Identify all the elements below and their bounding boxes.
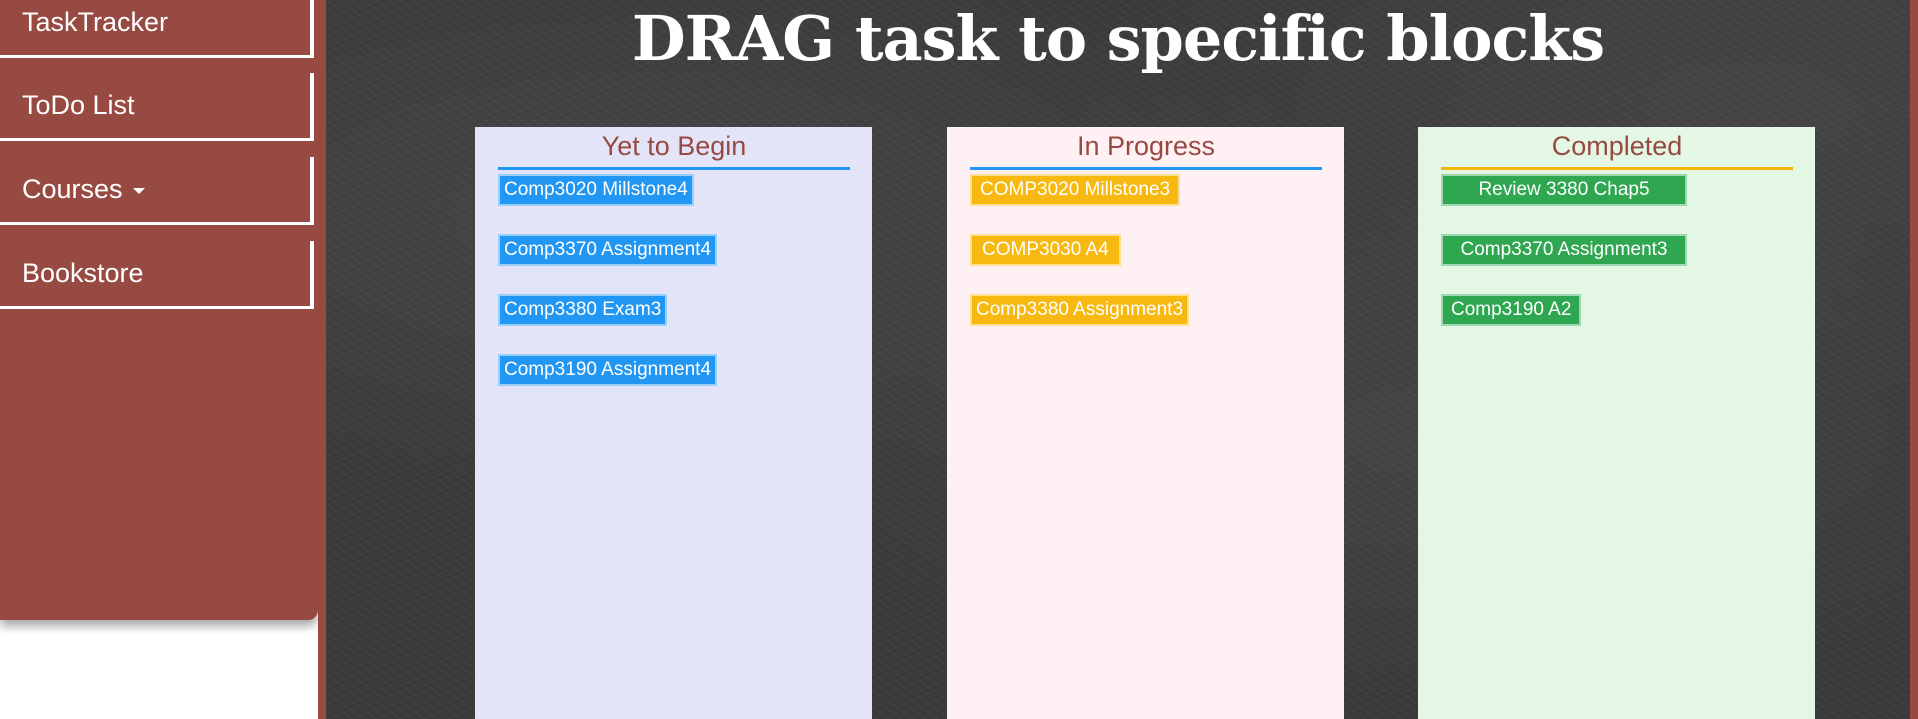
column-header: In Progress — [970, 131, 1322, 170]
task-card[interactable]: Comp3190 A2 — [1441, 294, 1582, 326]
task-card[interactable]: Comp3190 Assignment4 — [498, 354, 718, 386]
nav-item-label: TaskTracker — [22, 7, 169, 37]
task-card[interactable]: COMP3030 A4 — [970, 234, 1121, 266]
column-yet-to-begin[interactable]: Yet to Begin Comp3020 Millstone4 Comp337… — [475, 127, 872, 719]
task-card[interactable]: Comp3020 Millstone4 — [498, 174, 694, 206]
column-completed[interactable]: Completed Review 3380 Chap5 Comp3370 Ass… — [1418, 127, 1815, 719]
column-in-progress[interactable]: In Progress COMP3020 Millstone3 COMP3030… — [947, 127, 1344, 719]
nav-item-label: ToDo List — [22, 90, 135, 120]
nav-item-label: Courses — [22, 174, 123, 204]
task-card[interactable]: Comp3380 Assignment3 — [970, 294, 1190, 326]
task-card[interactable]: Review 3380 Chap5 — [1441, 174, 1687, 206]
task-card[interactable]: Comp3370 Assignment4 — [498, 234, 718, 266]
sidebar: TaskTracker ToDo List Courses Bookstore — [0, 0, 318, 620]
caret-down-icon — [132, 188, 145, 194]
nav-item-tasktracker[interactable]: TaskTracker — [0, 0, 314, 58]
main-border-left — [318, 0, 326, 719]
task-card[interactable]: Comp3370 Assignment3 — [1441, 234, 1687, 266]
task-board: DRAG task to specific blocks Yet to Begi… — [326, 0, 1910, 719]
column-header: Yet to Begin — [498, 131, 850, 170]
nav-item-todo-list[interactable]: ToDo List — [0, 73, 314, 141]
page-title: DRAG task to specific blocks — [631, 2, 1605, 75]
task-card[interactable]: Comp3380 Exam3 — [498, 294, 668, 326]
nav-item-courses[interactable]: Courses — [0, 157, 314, 225]
task-card[interactable]: COMP3020 Millstone3 — [970, 174, 1181, 206]
column-header: Completed — [1441, 131, 1793, 170]
nav-item-bookstore[interactable]: Bookstore — [0, 241, 314, 309]
nav-item-label: Bookstore — [22, 258, 144, 288]
main-border-right — [1910, 0, 1918, 719]
